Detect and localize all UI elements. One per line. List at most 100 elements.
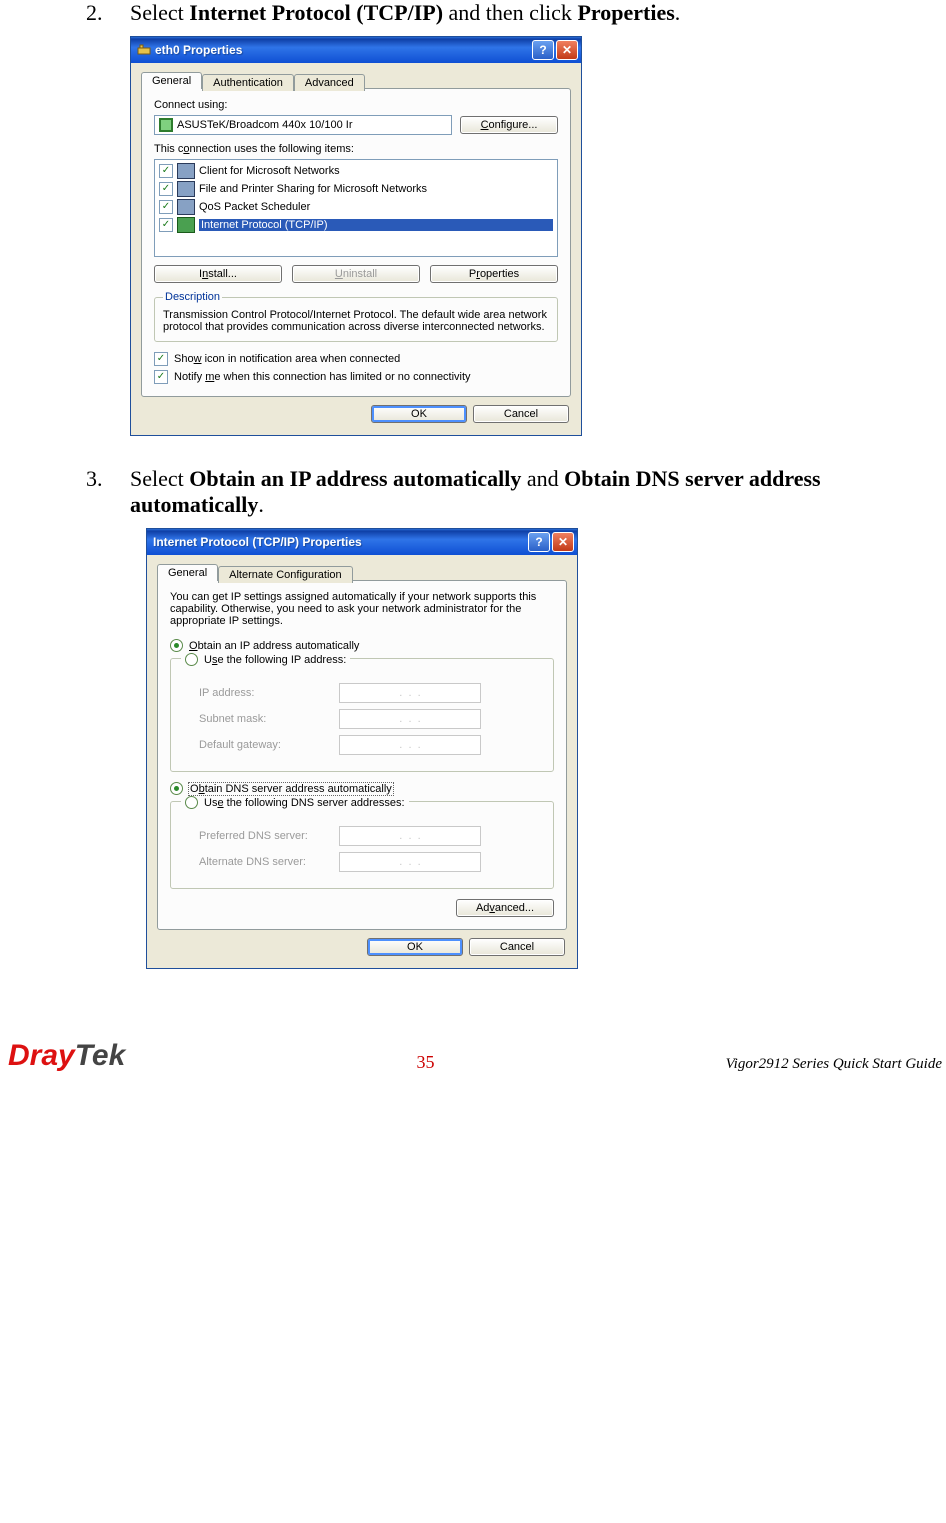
list-item[interactable]: QoS Packet Scheduler (157, 198, 555, 216)
step-2-mid: and then click (443, 0, 577, 25)
guide-name: Vigor2912 Series Quick Start Guide (726, 1056, 942, 1073)
step-3-b1: Obtain an IP address automatically (189, 466, 521, 491)
close-button[interactable]: ✕ (556, 40, 578, 60)
service-icon (177, 199, 195, 215)
gateway-row: Default gateway: . . . (199, 735, 543, 755)
tab-alternate[interactable]: Alternate Configuration (218, 566, 353, 583)
notify-label: Notify me when this connection has limit… (174, 371, 471, 383)
list-item-label: QoS Packet Scheduler (199, 201, 553, 213)
properties-button[interactable]: Properties (430, 265, 558, 283)
step-2-post: . (675, 0, 681, 25)
step-2-b1: Internet Protocol (TCP/IP) (189, 0, 443, 25)
step-3-pre: Select (130, 466, 189, 491)
ip-address-row: IP address: . . . (199, 683, 543, 703)
show-icon-row[interactable]: Show icon in notification area when conn… (154, 352, 558, 366)
tabs: General Alternate Configuration (157, 564, 567, 581)
help-button[interactable]: ? (532, 40, 554, 60)
advanced-button[interactable]: Advanced... (456, 899, 554, 917)
titlebar[interactable]: eth0 Properties ? ✕ (131, 37, 581, 63)
step-2: 2. Select Internet Protocol (TCP/IP) and… (86, 0, 906, 26)
checkbox-icon[interactable] (154, 352, 168, 366)
ip-address-label: IP address: (199, 687, 339, 699)
step-3-mid: and (521, 466, 564, 491)
tab-advanced[interactable]: Advanced (294, 74, 365, 91)
install-button[interactable]: Install... (154, 265, 282, 283)
dialog-title: eth0 Properties (155, 43, 530, 57)
client-icon (177, 163, 195, 179)
connect-using-label: Connect using: (154, 99, 558, 111)
configure-button[interactable]: Configure... (460, 116, 558, 134)
pdns-label: Preferred DNS server: (199, 830, 339, 842)
tab-page-general: You can get IP settings assigned automat… (157, 580, 567, 930)
ok-button[interactable]: OK (371, 405, 467, 423)
intro-text: You can get IP settings assigned automat… (170, 591, 554, 627)
cancel-button[interactable]: Cancel (473, 405, 569, 423)
protocol-icon (177, 217, 195, 233)
step-3-post: . (258, 492, 264, 517)
obtain-ip-auto-radio[interactable]: Obtain an IP address automatically (170, 639, 554, 652)
list-item-label: Client for Microsoft Networks (199, 165, 553, 177)
step-2-num: 2. (86, 0, 130, 26)
adapter-field[interactable]: ASUSTeK/Broadcom 440x 10/100 Ir (154, 115, 452, 135)
eth0-properties-dialog: eth0 Properties ? ✕ General Authenticati… (130, 36, 582, 436)
adapter-icon (159, 118, 173, 132)
tab-authentication[interactable]: Authentication (202, 74, 294, 91)
radio-icon[interactable] (185, 653, 198, 666)
subnet-label: Subnet mask: (199, 713, 339, 725)
page-number: 35 (416, 1052, 434, 1073)
list-item-label: File and Printer Sharing for Microsoft N… (199, 183, 553, 195)
radio-icon[interactable] (170, 782, 183, 795)
list-item[interactable]: File and Printer Sharing for Microsoft N… (157, 180, 555, 198)
service-icon (177, 181, 195, 197)
subnet-row: Subnet mask: . . . (199, 709, 543, 729)
items-label: This connection uses the following items… (154, 143, 558, 155)
uninstall-button: Uninstall (292, 265, 420, 283)
list-item[interactable]: Client for Microsoft Networks (157, 162, 555, 180)
obtain-dns-auto-radio[interactable]: Obtain DNS server address automatically (170, 782, 554, 795)
close-button[interactable]: ✕ (552, 532, 574, 552)
static-dns-group: Use the following DNS server addresses: … (170, 801, 554, 889)
step-2-pre: Select (130, 0, 189, 25)
radio-label: Obtain an IP address automatically (189, 640, 359, 652)
checkbox-icon[interactable] (159, 200, 173, 214)
notify-row[interactable]: Notify me when this connection has limit… (154, 370, 558, 384)
tab-page-general: Connect using: ASUSTeK/Broadcom 440x 10/… (141, 88, 571, 397)
checkbox-icon[interactable] (154, 370, 168, 384)
cancel-button[interactable]: Cancel (469, 938, 565, 956)
adns-label: Alternate DNS server: (199, 856, 339, 868)
checkbox-icon[interactable] (159, 218, 173, 232)
nic-icon (137, 43, 151, 57)
step-3-num: 3. (86, 466, 130, 518)
tab-general[interactable]: General (141, 72, 202, 89)
checkbox-icon[interactable] (159, 164, 173, 178)
adns-row: Alternate DNS server: . . . (199, 852, 543, 872)
pdns-field: . . . (339, 826, 481, 846)
tab-general[interactable]: General (157, 564, 218, 581)
radio-label: Obtain DNS server address automatically (189, 783, 393, 795)
list-item-label: Internet Protocol (TCP/IP) (199, 219, 553, 231)
static-ip-group: Use the following IP address: IP address… (170, 658, 554, 772)
ok-button[interactable]: OK (367, 938, 463, 956)
page-footer: DrayTek 35 Vigor2912 Series Quick Start … (0, 999, 946, 1097)
gateway-field: . . . (339, 735, 481, 755)
radio-icon[interactable] (170, 639, 183, 652)
items-list[interactable]: Client for Microsoft Networks File and P… (154, 159, 558, 257)
tcpip-properties-dialog: Internet Protocol (TCP/IP) Properties ? … (146, 528, 578, 969)
show-icon-label: Show icon in notification area when conn… (174, 353, 400, 365)
adapter-name: ASUSTeK/Broadcom 440x 10/100 Ir (177, 119, 352, 131)
help-button[interactable]: ? (528, 532, 550, 552)
titlebar[interactable]: Internet Protocol (TCP/IP) Properties ? … (147, 529, 577, 555)
subnet-field: . . . (339, 709, 481, 729)
description-text: Transmission Control Protocol/Internet P… (163, 309, 549, 333)
description-group: Description Transmission Control Protoco… (154, 291, 558, 342)
checkbox-icon[interactable] (159, 182, 173, 196)
pdns-row: Preferred DNS server: . . . (199, 826, 543, 846)
use-dns-label: Use the following DNS server addresses: (204, 797, 405, 809)
step-2-b2: Properties (577, 0, 674, 25)
configure-label: onfigure... (489, 119, 538, 131)
list-item-selected[interactable]: Internet Protocol (TCP/IP) (157, 216, 555, 234)
gateway-label: Default gateway: (199, 739, 339, 751)
brand-logo: DrayTek (8, 1039, 125, 1073)
radio-icon[interactable] (185, 796, 198, 809)
description-legend: Description (163, 291, 222, 303)
